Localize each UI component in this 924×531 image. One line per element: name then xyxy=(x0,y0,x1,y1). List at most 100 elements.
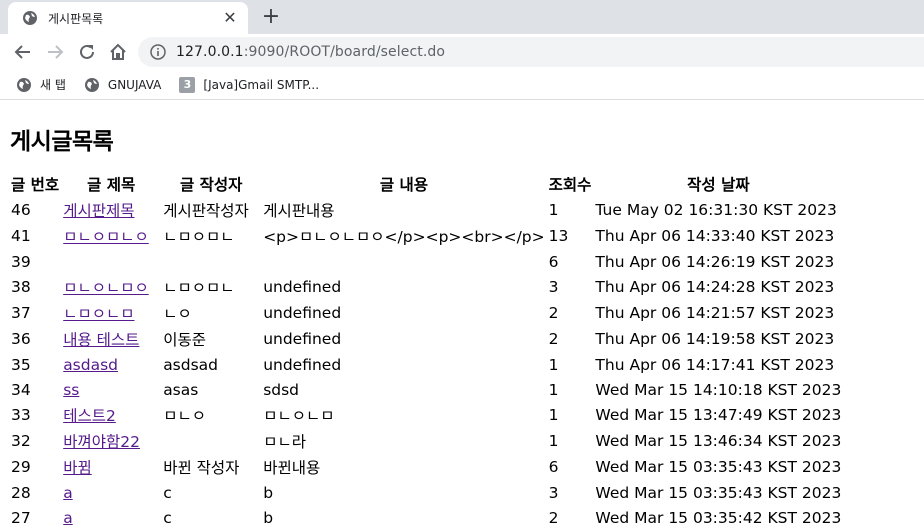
cell-writer: c xyxy=(163,508,172,527)
cell-date: Wed Mar 15 03:35:43 KST 2023 xyxy=(595,458,842,476)
bookmark-label: [Java]Gmail SMTP... xyxy=(203,77,320,92)
cell-content: undefined xyxy=(263,355,342,374)
post-title-link[interactable]: 바껴야함22 xyxy=(63,433,140,451)
reload-icon xyxy=(80,44,94,59)
url-text: 127.0.0.1:9090/ROOT/board/select.do xyxy=(176,44,445,60)
address-bar[interactable]: 127.0.0.1:9090/ROOT/board/select.do xyxy=(138,37,924,67)
cell-writer: ㄴㅁㅇㅁㄴ xyxy=(163,228,235,246)
cell-writer xyxy=(162,429,260,453)
table-row: 38 ㅁㄴㅇㄴㅁㅇ ㄴㅁㅇㅁㄴ undefined 3 Thu Apr 06 14:24:… xyxy=(10,275,842,299)
cell-views: 1 xyxy=(548,406,559,424)
home-button[interactable] xyxy=(108,42,128,62)
cell-title: asdasd xyxy=(62,353,160,376)
info-icon[interactable] xyxy=(150,44,166,60)
cell-title xyxy=(62,250,160,273)
cell-date: Wed Mar 15 14:10:18 KST 2023 xyxy=(595,380,842,399)
cell-date: Wed Mar 15 03:35:42 KST 2023 xyxy=(595,508,842,527)
close-tab-icon[interactable]: ✕ xyxy=(222,10,238,26)
cell-views: 1 xyxy=(548,201,559,219)
cell-date: Thu Apr 06 14:19:58 KST 2023 xyxy=(595,330,835,348)
cell-date: Thu Apr 06 14:26:19 KST 2023 xyxy=(595,252,835,271)
cell-content: undefined xyxy=(263,304,342,322)
cell-content: <p>ㅁㄴㅇㄴㅁㅇ</p><p><br></p> xyxy=(263,228,545,246)
cell-writer: c xyxy=(163,483,172,502)
cell-writer: 바뀐 작성자 xyxy=(163,459,240,477)
bookmarks-bar: 새 탭 GNUJAVA 3 [Java]Gmail SMTP... xyxy=(0,70,924,100)
cell-date: Thu Apr 06 14:33:40 KST 2023 xyxy=(595,227,835,245)
cell-title: 게시판제목 xyxy=(62,198,160,222)
cell-views: 2 xyxy=(548,304,559,322)
cell-date: Thu Apr 06 14:17:41 KST 2023 xyxy=(595,355,835,374)
table-row: 37 ㄴㅁㅇㄴㅁ ㄴㅇ undefined 2 Thu Apr 06 14:21:57 K… xyxy=(10,301,842,325)
post-title-link[interactable]: ㅁㄴㅇㅁㄴㅇ xyxy=(63,228,149,246)
table-row: 46 게시판제목 게시판작성자 게시판내용 1 Tue May 02 16:31:30 K… xyxy=(10,198,842,222)
cell-views: 2 xyxy=(548,330,559,348)
post-title-link[interactable]: 게시판제목 xyxy=(63,202,134,220)
cell-title: 테스트2 xyxy=(62,403,160,427)
cell-views: 1 xyxy=(548,432,559,450)
bookmark-label: GNUJAVA xyxy=(107,77,162,92)
cell-number: 29 xyxy=(11,458,31,476)
table-row: 27 a c b 2 Wed Mar 15 03:35:42 KST 2023 xyxy=(10,506,842,529)
reload-button[interactable] xyxy=(77,42,97,62)
bookmark-new-tab[interactable]: 새 탭 xyxy=(16,76,66,93)
forward-button[interactable] xyxy=(45,42,65,62)
cell-date: Thu Apr 06 14:21:57 KST 2023 xyxy=(595,304,835,322)
bookmark-gmail-smtp[interactable]: 3 [Java]Gmail SMTP... xyxy=(179,76,320,93)
cell-title: 바껴야함22 xyxy=(62,429,160,453)
table-row: 41 ㅁㄴㅇㅁㄴㅇ ㄴㅁㅇㅁㄴ <p>ㅁㄴㅇㄴㅁㅇ</p><p><br></p> 13 T… xyxy=(10,224,842,248)
cell-writer: ㅁㄴㅇ xyxy=(163,407,206,425)
cell-number: 39 xyxy=(11,252,31,271)
cell-number: 35 xyxy=(11,355,31,374)
cell-title: a xyxy=(62,506,160,529)
header-row: 글 번호 글 제목 글 작성자 글 내용 조회수 작성 날짜 xyxy=(10,172,842,196)
board-table: 글 번호 글 제목 글 작성자 글 내용 조회수 작성 날짜 46 게시판제목 게시… xyxy=(8,170,844,531)
post-title-link[interactable]: 내용 테스트 xyxy=(63,331,139,349)
cell-number: 28 xyxy=(11,483,31,502)
new-tab-button[interactable]: + xyxy=(260,6,282,29)
browser-tab[interactable]: 게시판목록 ✕ xyxy=(8,2,248,34)
column-header-views: 조회수 xyxy=(548,176,592,194)
bookmark-gnujava[interactable]: GNUJAVA xyxy=(84,77,161,93)
cell-number: 32 xyxy=(11,432,31,450)
cell-number: 41 xyxy=(11,227,31,245)
cell-content xyxy=(262,250,545,273)
post-title-link[interactable]: ss xyxy=(63,381,79,399)
globe-icon xyxy=(17,77,31,92)
url-host: 127.0.0.1 xyxy=(176,44,244,60)
globe-icon xyxy=(84,77,99,92)
cell-views: 3 xyxy=(548,278,559,296)
cell-views: 13 xyxy=(548,227,569,245)
cell-date: Tue May 02 16:31:30 KST 2023 xyxy=(595,201,837,219)
back-button[interactable] xyxy=(13,42,33,62)
cell-content: b xyxy=(263,483,274,502)
home-icon xyxy=(110,43,126,60)
post-title-link[interactable]: 테스트2 xyxy=(63,407,116,425)
post-title-link[interactable]: a xyxy=(63,484,73,502)
cell-title: a xyxy=(62,481,160,504)
post-title-link[interactable]: asdasd xyxy=(63,356,118,374)
tab-strip: 게시판목록 ✕ + xyxy=(0,0,924,34)
post-title-link[interactable]: 바뀜 xyxy=(63,459,92,477)
cell-number: 34 xyxy=(11,380,31,399)
browser-toolbar: 127.0.0.1:9090/ROOT/board/select.do xyxy=(0,34,924,70)
url-path: :9090/ROOT/board/select.do xyxy=(243,44,446,60)
table-row: 28 a c b 3 Wed Mar 15 03:35:43 KST 2023 xyxy=(10,481,842,504)
cell-views: 3 xyxy=(548,483,559,502)
cell-title: ㄴㅁㅇㄴㅁ xyxy=(62,301,160,325)
cell-number: 27 xyxy=(11,508,31,527)
table-row: 39 6 Thu Apr 06 14:26:19 KST 2023 xyxy=(10,250,842,273)
cell-views: 1 xyxy=(548,380,559,399)
cell-title: ㅁㄴㅇㅁㄴㅇ xyxy=(62,224,160,248)
cell-number: 36 xyxy=(11,330,31,348)
post-title-link[interactable]: a xyxy=(63,509,73,527)
number-3-icon: 3 xyxy=(179,76,196,93)
cell-writer: ㄴㅁㅇㅁㄴ xyxy=(163,279,235,297)
table-row: 32 바껴야함22 ㅁㄴ라 1 Wed Mar 15 13:46:34 KST 2023 xyxy=(10,429,842,453)
cell-views: 6 xyxy=(548,458,559,476)
cell-number: 46 xyxy=(11,201,31,219)
post-title-link[interactable]: ㄴㅁㅇㄴㅁ xyxy=(63,305,134,323)
cell-views: 1 xyxy=(548,355,559,374)
post-title-link[interactable]: ㅁㄴㅇㄴㅁㅇ xyxy=(63,279,149,297)
cell-number: 33 xyxy=(11,406,31,424)
